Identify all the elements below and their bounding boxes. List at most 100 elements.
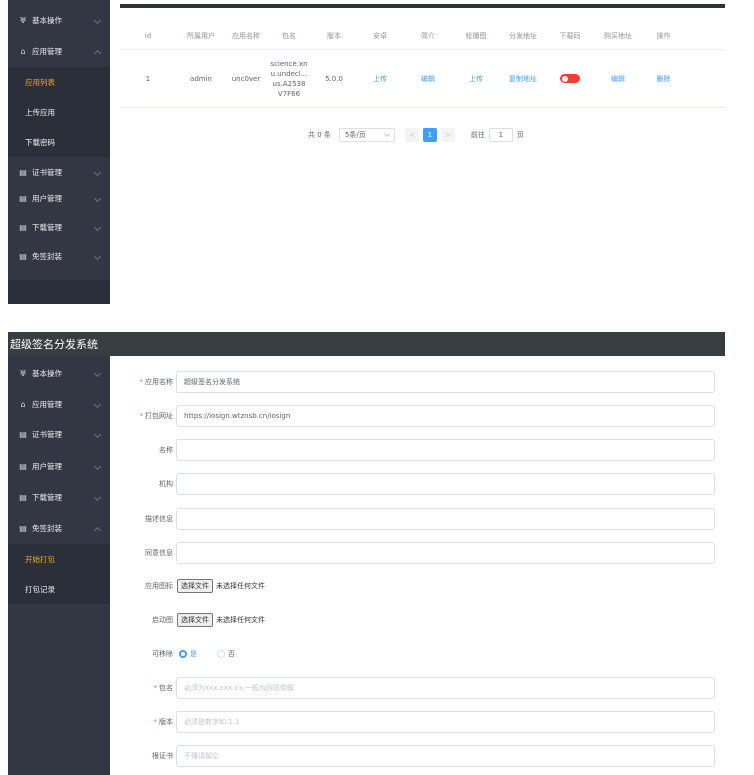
edit-purchase-link[interactable]: 编辑: [594, 74, 642, 84]
menu-download-management[interactable]: ▤ 下载管理: [8, 212, 110, 243]
chevron-down-icon: [93, 223, 102, 231]
upload-carousel-link[interactable]: 上传: [452, 74, 500, 84]
desc-input[interactable]: [176, 508, 715, 530]
table-header: id 所属用户 应用名称 包名 版本 安卓 简介 轮播图 分发地址 下载码 购买…: [120, 22, 725, 50]
form-row-app-icon: 应用图标 选择文件 未选择任何文件: [120, 575, 720, 597]
col-header-android: 安卓: [373, 31, 387, 40]
upload-android-link[interactable]: 上传: [356, 74, 404, 84]
form-row-pack-url: * 打包网址 https://iosign.wtznsb.cn/iosign: [120, 405, 720, 427]
removable-yes-radio[interactable]: [179, 650, 187, 658]
removable-yes-label[interactable]: 是: [190, 649, 197, 659]
form-row-agree: 同意信息: [120, 542, 720, 564]
menu-user-management[interactable]: ▤ 用户管理: [8, 451, 110, 482]
version-input[interactable]: 必须是数字如:1.1: [176, 711, 715, 733]
chevron-down-icon: [93, 430, 102, 438]
menu-basic-ops[interactable]: ♅ 基本操作: [8, 5, 110, 36]
removable-no-label[interactable]: 否: [228, 649, 235, 659]
toggle-knob: [562, 75, 568, 82]
menu-app-management[interactable]: ⌂ 应用管理: [8, 389, 110, 420]
form-row-splash: 启动图 选择文件 未选择任何文件: [120, 609, 720, 631]
submenu-start-packaging[interactable]: 开始打包: [8, 544, 110, 574]
menu-basic-ops[interactable]: ♅ 基本操作: [8, 358, 110, 389]
sidebar-footer: [8, 280, 110, 304]
agree-input[interactable]: [176, 542, 715, 564]
doc-icon: ▤: [19, 493, 27, 502]
user-icon: ♅: [19, 16, 27, 25]
pack-url-input[interactable]: https://iosign.wtznsb.cn/iosign: [176, 405, 715, 427]
chevron-down-icon: [93, 252, 102, 260]
edit-intro-link[interactable]: 编辑: [404, 74, 452, 84]
chevron-up-icon: [93, 526, 102, 534]
org-input[interactable]: [176, 473, 715, 495]
chevron-down-icon: [93, 493, 102, 501]
top-sidebar: ♅ 基本操作 ⌂ 应用管理 应用列表 上传应用 下载密码 ▤ 证书管理 ▤ 用户…: [8, 0, 110, 304]
page-size-select[interactable]: 5条/页: [338, 128, 395, 142]
cell-package: science.xn u.undecl... us.A2538 V7F66: [270, 59, 308, 98]
menu-user-management[interactable]: ▤ 用户管理: [8, 183, 110, 214]
app-list-panel: ♅ 基本操作 ⌂ 应用管理 应用列表 上传应用 下载密码 ▤ 证书管理 ▤ 用户…: [0, 0, 754, 306]
chevron-down-icon: [384, 131, 390, 137]
col-header-version: 版本: [327, 31, 341, 40]
cell-download-code: [546, 74, 594, 83]
current-page[interactable]: 1: [422, 128, 437, 142]
chevron-down-icon: [93, 369, 102, 377]
doc-icon: ▤: [19, 430, 27, 439]
packaging-panel: 超级签名分发系统 ♅ 基本操作 ⌂ 应用管理 ▤ 证书管理 ▤ 用户管理 ▤ 下…: [0, 332, 754, 775]
next-page-button[interactable]: >: [440, 128, 455, 142]
cell-app-name: unc0ver: [231, 74, 261, 83]
submenu-upload-app[interactable]: 上传应用: [8, 97, 110, 127]
chevron-down-icon: [93, 194, 102, 202]
col-header-purchase: 购买地址: [604, 31, 632, 40]
page-unit-label: 页: [516, 131, 524, 139]
home-icon: ⌂: [20, 47, 26, 56]
form-row-removable: 可移除 是 否: [152, 649, 235, 659]
removable-no-radio[interactable]: [217, 650, 225, 658]
goto-label: 前往: [470, 131, 485, 139]
cell-version: 5.0.0: [325, 74, 343, 83]
home-icon: ⌂: [20, 400, 26, 409]
form-row-app-name: * 应用名称 超级签名分发系统: [120, 371, 720, 393]
form-row-version: * 版本 必须是数字如:1.1: [120, 711, 720, 733]
delete-link[interactable]: 删除: [642, 74, 685, 84]
splash-file-status: 未选择任何文件: [216, 616, 265, 624]
menu-cert-management[interactable]: ▤ 证书管理: [8, 419, 110, 450]
table-row: 1 admin unc0ver science.xn u.undecl... u…: [120, 50, 725, 108]
goto-page-input[interactable]: 1: [488, 128, 513, 142]
copy-dist-url-link[interactable]: 复制地址: [500, 74, 546, 84]
menu-download-management[interactable]: ▤ 下载管理: [8, 482, 110, 513]
chevron-up-icon: [93, 49, 102, 57]
doc-icon: ▤: [19, 223, 27, 232]
submenu-app-list[interactable]: 应用列表: [8, 67, 110, 97]
menu-app-management[interactable]: ⌂ 应用管理: [8, 36, 110, 67]
form-row-desc: 描述信息: [120, 508, 720, 530]
prev-page-button[interactable]: <: [404, 128, 419, 142]
cell-user: admin: [190, 74, 212, 83]
total-count: 共 0 条: [308, 131, 331, 139]
doc-icon: ▤: [19, 168, 27, 177]
chevron-down-icon: [93, 168, 102, 176]
chevron-down-icon: [93, 16, 102, 24]
user-icon: ♅: [19, 369, 27, 378]
form-row-name: 名称: [120, 439, 720, 461]
col-header-intro: 简介: [421, 31, 435, 40]
doc-icon: ▤: [19, 462, 27, 471]
bundle-input[interactable]: 必须为xxx.xxx.xx,一般为网站倒叙: [176, 677, 715, 699]
col-header-id: id: [144, 31, 152, 40]
root-cert-input[interactable]: 不懂请留空: [176, 745, 715, 767]
menu-signature-free[interactable]: ▤ 免签封装: [8, 241, 110, 272]
name-input[interactable]: [176, 439, 715, 461]
form-row-bundle: * 包名 必须为xxx.xxx.xx,一般为网站倒叙: [120, 677, 720, 699]
form-row-org: 机构: [120, 473, 720, 495]
splash-file-button[interactable]: 选择文件: [177, 613, 213, 627]
app-name-input[interactable]: 超级签名分发系统: [176, 371, 715, 393]
pagination: 共 0 条 5条/页 < 1 > 前往 1 页: [308, 127, 524, 143]
chevron-down-icon: [93, 462, 102, 470]
submenu-download-password[interactable]: 下载密码: [8, 127, 110, 157]
col-header-dist-url: 分发地址: [509, 31, 537, 40]
menu-signature-free[interactable]: ▤ 免签封装: [8, 513, 110, 544]
app-icon-file-status: 未选择任何文件: [216, 582, 265, 590]
submenu-packaging-records[interactable]: 打包记录: [8, 574, 110, 604]
app-table: id 所属用户 应用名称 包名 版本 安卓 简介 轮播图 分发地址 下载码 购买…: [120, 4, 725, 304]
app-icon-file-button[interactable]: 选择文件: [177, 579, 213, 593]
download-code-toggle[interactable]: [560, 74, 580, 83]
